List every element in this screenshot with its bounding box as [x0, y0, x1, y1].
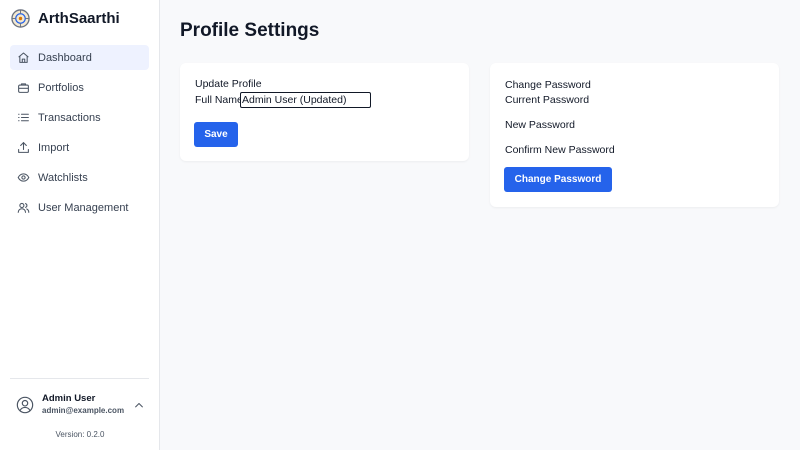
briefcase-icon: [18, 83, 29, 93]
list-icon: [18, 113, 29, 122]
brand-name: ArthSaarthi: [38, 10, 120, 27]
sidebar-item-label: Portfolios: [38, 81, 84, 94]
chevron-up-icon[interactable]: [133, 399, 145, 411]
sidebar-item-label: Dashboard: [38, 51, 92, 64]
new-password-label: New Password: [505, 119, 576, 131]
sidebar-item-label: Watchlists: [38, 171, 88, 184]
change-password-button[interactable]: Change Password: [504, 167, 612, 192]
users-icon: [17, 202, 30, 213]
user-info: Admin User admin@example.com: [42, 393, 124, 415]
sidebar-item-label: User Management: [38, 201, 129, 214]
brand[interactable]: ArthSaarthi: [11, 9, 120, 28]
update-profile-heading: Update Profile: [195, 78, 262, 90]
save-button[interactable]: Save: [194, 122, 238, 147]
sidebar-nav: Dashboard Portfolios Transactions Import…: [10, 45, 149, 225]
sidebar-item-portfolios[interactable]: Portfolios: [10, 75, 149, 100]
current-password-label: Current Password: [505, 94, 590, 106]
confirm-password-label: Confirm New Password: [505, 144, 615, 156]
full-name-label: Full Name: [195, 94, 243, 106]
sidebar-item-dashboard[interactable]: Dashboard: [10, 45, 149, 70]
version-label: Version: 0.2.0: [55, 430, 105, 439]
upload-icon: [18, 142, 29, 153]
sidebar-item-import[interactable]: Import: [10, 135, 149, 160]
page-title: Profile Settings: [180, 20, 320, 41]
sidebar-item-label: Transactions: [38, 111, 101, 124]
change-password-heading: Change Password: [505, 79, 591, 91]
sidebar: ArthSaarthi Dashboard Portfolios Transac…: [0, 0, 160, 450]
user-menu[interactable]: Admin User admin@example.com: [10, 378, 149, 415]
sidebar-item-label: Import: [38, 141, 70, 154]
brand-logo-icon: [11, 9, 30, 28]
user-avatar-icon: [16, 396, 34, 414]
home-icon: [18, 52, 29, 63]
user-email: admin@example.com: [42, 406, 125, 415]
eye-icon: [17, 173, 30, 182]
change-password-card: Change Password Current Password New Pas…: [490, 63, 779, 207]
full-name-input[interactable]: [240, 92, 371, 108]
user-name: Admin User: [42, 393, 96, 404]
update-profile-card: Update Profile Full Name Save: [180, 63, 469, 161]
sidebar-item-user-management[interactable]: User Management: [10, 195, 149, 220]
sidebar-item-transactions[interactable]: Transactions: [10, 105, 149, 130]
sidebar-item-watchlists[interactable]: Watchlists: [10, 165, 149, 190]
